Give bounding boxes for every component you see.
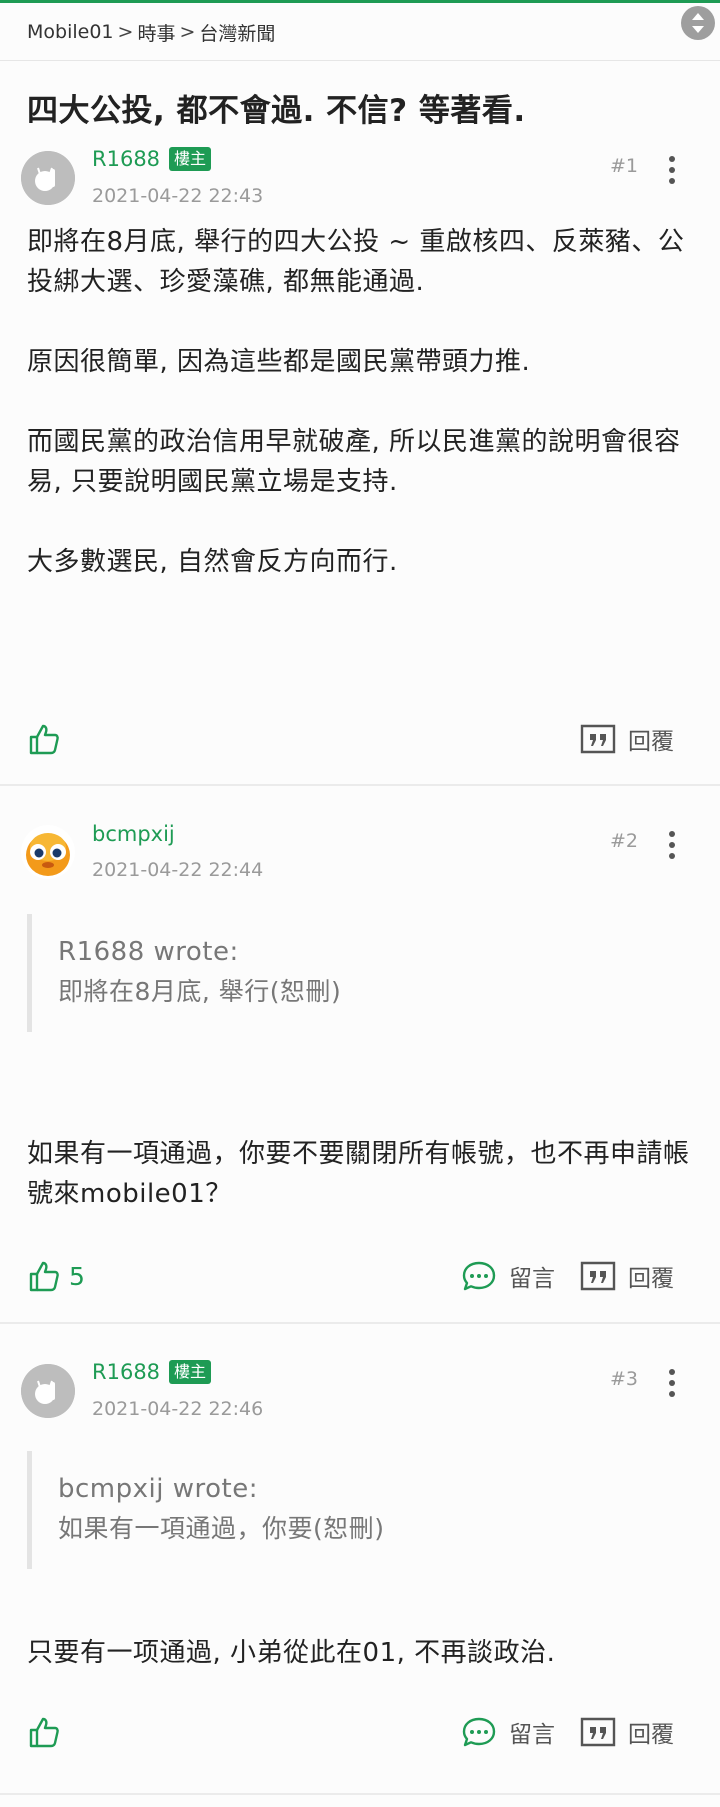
post-floor-number[interactable]: #1	[610, 155, 638, 177]
quote-text: 即將在8月底, 舉行(恕刪)	[58, 977, 342, 1006]
more-options-icon[interactable]	[664, 156, 680, 184]
post-body: 如果有一項通過，你要不要關閉所有帳號，也不再申請帳號來mobile01？	[27, 1134, 697, 1214]
cartoon-avatar-icon	[21, 825, 75, 879]
more-options-icon[interactable]	[664, 1369, 680, 1397]
default-avatar-icon	[21, 1364, 75, 1418]
reply-button[interactable]: 回覆	[578, 1259, 674, 1293]
quote-reply-icon	[580, 1261, 616, 1291]
scroll-toggle-button[interactable]	[681, 6, 715, 40]
avatar[interactable]	[21, 1364, 75, 1418]
avatar[interactable]	[21, 825, 75, 879]
header-divider	[0, 60, 720, 61]
comment-bubble-icon	[462, 1717, 496, 1747]
like-button[interactable]	[27, 1715, 69, 1749]
default-avatar-icon	[21, 151, 75, 205]
breadcrumb: Mobile01 > 時事 > 台灣新聞	[27, 19, 275, 46]
thumbs-up-icon	[29, 724, 59, 755]
top-accent-bar	[0, 0, 720, 3]
post-floor-number[interactable]: #2	[610, 830, 638, 852]
reply-button[interactable]: 回覆	[578, 1715, 674, 1749]
quoted-post: bcmpxij wrote: 如果有一項通過，你要(恕刪)	[27, 1451, 677, 1569]
quote-reply-icon	[580, 1717, 616, 1747]
thread-title: 四大公投, 都不會過. 不信? 等著看.	[27, 93, 526, 129]
thumbs-up-icon	[29, 1717, 59, 1748]
breadcrumb-item-mobile01[interactable]: Mobile01	[27, 21, 114, 43]
reply-button[interactable]: 回覆	[578, 722, 674, 756]
post-paragraph: 而國民黨的政治信用早就破產, 所以民進黨的說明會很容易, 只要說明國民黨立場是支…	[27, 427, 681, 497]
avatar[interactable]	[21, 151, 75, 205]
quote-author: R1688 wrote:	[58, 937, 239, 967]
comment-button[interactable]: 留言	[461, 1259, 555, 1293]
breadcrumb-item-taiwan-news[interactable]: 台灣新聞	[199, 19, 275, 46]
post-divider	[0, 1322, 720, 1324]
breadcrumb-item-current-affairs[interactable]: 時事	[137, 19, 175, 46]
breadcrumb-separator: >	[179, 21, 196, 43]
post-paragraph: 原因很簡單, 因為這些都是國民黨帶頭力推.	[27, 347, 531, 377]
post-author[interactable]: R1688	[92, 1360, 160, 1384]
like-button[interactable]	[27, 722, 69, 756]
post-timestamp: 2021-04-22 22:46	[92, 1398, 264, 1420]
comment-button[interactable]: 留言	[461, 1715, 555, 1749]
post-author[interactable]: R1688	[92, 147, 160, 171]
op-badge: 樓主	[169, 147, 212, 171]
post-author[interactable]: bcmpxij	[92, 822, 175, 846]
post-body: 即將在8月底, 舉行的四大公投 ~ 重啟核四、反萊豬、公投綁大選、珍愛藻礁, 都…	[27, 222, 697, 582]
up-down-arrows-icon	[692, 13, 704, 33]
comment-bubble-icon	[462, 1261, 496, 1291]
comment-label: 留言	[509, 1722, 555, 1748]
post-divider	[0, 784, 720, 786]
reply-label: 回覆	[628, 729, 674, 755]
post-timestamp: 2021-04-22 22:44	[92, 859, 264, 881]
post-timestamp: 2021-04-22 22:43	[92, 185, 264, 207]
quoted-post: R1688 wrote: 即將在8月底, 舉行(恕刪)	[27, 914, 677, 1032]
post-body: 只要有一项通過, 小弟從此在01, 不再談政治.	[27, 1633, 697, 1673]
like-button[interactable]: 5	[27, 1259, 85, 1293]
reply-label: 回覆	[628, 1722, 674, 1748]
op-badge: 樓主	[169, 1360, 212, 1384]
post-paragraph: 只要有一项通過, 小弟從此在01, 不再談政治.	[27, 1638, 556, 1668]
quote-author: bcmpxij wrote:	[58, 1474, 258, 1504]
post-paragraph: 大多數選民, 自然會反方向而行.	[27, 547, 398, 577]
comment-label: 留言	[509, 1266, 555, 1292]
quote-reply-icon	[580, 724, 616, 754]
post-floor-number[interactable]: #3	[610, 1368, 638, 1390]
post-paragraph: 如果有一項通過，你要不要關閉所有帳號，也不再申請帳號來mobile01？	[27, 1139, 690, 1209]
reply-label: 回覆	[628, 1266, 674, 1292]
post-divider	[0, 1793, 720, 1795]
like-count: 5	[69, 1261, 85, 1291]
more-options-icon[interactable]	[664, 831, 680, 859]
post-paragraph: 即將在8月底, 舉行的四大公投 ~ 重啟核四、反萊豬、公投綁大選、珍愛藻礁, 都…	[27, 227, 685, 297]
breadcrumb-separator: >	[117, 21, 134, 43]
quote-text: 如果有一項通過，你要(恕刪)	[58, 1514, 385, 1543]
thumbs-up-icon	[29, 1261, 59, 1292]
